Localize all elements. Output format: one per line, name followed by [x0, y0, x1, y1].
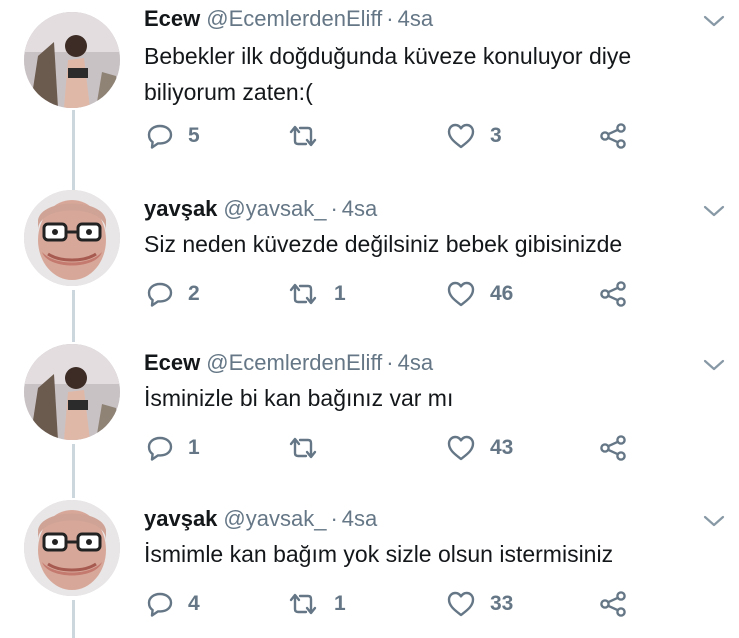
share-button[interactable]	[598, 120, 628, 152]
chevron-down-icon[interactable]	[703, 514, 725, 528]
timestamp[interactable]: 4sa	[342, 506, 377, 531]
reply-icon	[146, 123, 174, 149]
author-handle[interactable]: @yavsak_	[223, 506, 326, 531]
tweet-header: Ecew @EcemlerdenEliff · 4sa	[144, 4, 433, 34]
heart-icon	[446, 434, 476, 462]
like-button[interactable]: 43	[446, 432, 513, 464]
like-count: 3	[490, 124, 502, 147]
like-count: 33	[490, 592, 514, 615]
tweet[interactable]: yavşak @yavsak_ · 4sa Siz neden küvezde değ…	[0, 190, 739, 340]
author-handle[interactable]: @EcemlerdenEliff	[206, 350, 382, 375]
reply-icon	[146, 591, 174, 617]
retweet-icon	[286, 124, 320, 148]
share-icon	[598, 590, 628, 618]
avatar-photo	[24, 190, 120, 286]
tweet-text: İsmimle kan bağım yok sizle olsun isterm…	[144, 541, 614, 567]
timestamp[interactable]: 4sa	[342, 196, 377, 221]
retweet-button[interactable]	[286, 120, 334, 152]
tweet-actions: 2 1 46	[144, 278, 644, 310]
retweet-icon	[286, 436, 320, 460]
share-button[interactable]	[598, 432, 628, 464]
avatar[interactable]	[24, 344, 120, 440]
separator-dot: ·	[330, 506, 338, 531]
retweet-button[interactable]	[286, 432, 334, 464]
retweet-icon	[286, 592, 320, 616]
share-button[interactable]	[598, 278, 628, 310]
reply-icon	[146, 435, 174, 461]
reply-count: 1	[188, 436, 200, 459]
separator-dot: ·	[386, 350, 394, 375]
tweet-header: yavşak @yavsak_ · 4sa	[144, 504, 377, 534]
reply-icon	[146, 281, 174, 307]
timestamp[interactable]: 4sa	[398, 6, 433, 31]
like-count: 46	[490, 282, 514, 305]
author-handle[interactable]: @yavsak_	[223, 196, 326, 221]
chevron-down-icon[interactable]	[703, 14, 725, 28]
like-button[interactable]: 3	[446, 120, 502, 152]
heart-icon	[446, 590, 476, 618]
tweet-actions: 4 1 33	[144, 588, 644, 620]
tweet[interactable]: Ecew @EcemlerdenEliff · 4sa Bebekler ilk do…	[0, 0, 739, 170]
retweet-count: 1	[334, 592, 346, 615]
author-handle[interactable]: @EcemlerdenEliff	[206, 6, 382, 31]
avatar-photo	[24, 344, 120, 440]
author-name[interactable]: Ecew	[144, 6, 200, 31]
tweet-header: Ecew @EcemlerdenEliff · 4sa	[144, 348, 433, 378]
share-icon	[598, 434, 628, 462]
retweet-count: 1	[334, 282, 346, 305]
reply-count: 2	[188, 282, 200, 305]
tweet[interactable]: Ecew @EcemlerdenEliff · 4sa İsminizle bi ka…	[0, 344, 739, 494]
chevron-down-icon[interactable]	[703, 358, 725, 372]
avatar[interactable]	[24, 500, 120, 596]
tweet-text: İsminizle bi kan bağınız var mı	[144, 385, 454, 411]
retweet-icon	[286, 282, 320, 306]
author-name[interactable]: yavşak	[144, 196, 217, 221]
share-button[interactable]	[598, 588, 628, 620]
author-name[interactable]: Ecew	[144, 350, 200, 375]
separator-dot: ·	[330, 196, 338, 221]
avatar-photo	[24, 500, 120, 596]
heart-icon	[446, 280, 476, 308]
heart-icon	[446, 122, 476, 150]
tweet-text: Siz neden küvezde değilsiniz bebek gibis…	[144, 231, 623, 257]
like-count: 43	[490, 436, 514, 459]
like-button[interactable]: 46	[446, 278, 513, 310]
reply-count: 5	[188, 124, 200, 147]
author-name[interactable]: yavşak	[144, 506, 217, 531]
tweet-actions: 1 43	[144, 432, 644, 464]
tweet-text: Bebekler ilk doğduğunda küveze konuluyor…	[144, 43, 632, 105]
avatar[interactable]	[24, 12, 120, 108]
tweet[interactable]: yavşak @yavsak_ · 4sa İsmimle kan bağım yok…	[0, 500, 739, 638]
retweet-button[interactable]: 1	[286, 588, 346, 620]
avatar[interactable]	[24, 190, 120, 286]
share-icon	[598, 280, 628, 308]
chevron-down-icon[interactable]	[703, 204, 725, 218]
reply-button[interactable]: 1	[146, 432, 200, 464]
retweet-button[interactable]: 1	[286, 278, 346, 310]
separator-dot: ·	[386, 6, 394, 31]
tweet-header: yavşak @yavsak_ · 4sa	[144, 194, 377, 224]
tweet-actions: 5 3	[144, 120, 644, 152]
share-icon	[598, 122, 628, 150]
avatar-photo	[24, 12, 120, 108]
reply-button[interactable]: 2	[146, 278, 200, 310]
reply-button[interactable]: 5	[146, 120, 200, 152]
reply-count: 4	[188, 592, 200, 615]
reply-button[interactable]: 4	[146, 588, 200, 620]
timestamp[interactable]: 4sa	[398, 350, 433, 375]
like-button[interactable]: 33	[446, 588, 513, 620]
